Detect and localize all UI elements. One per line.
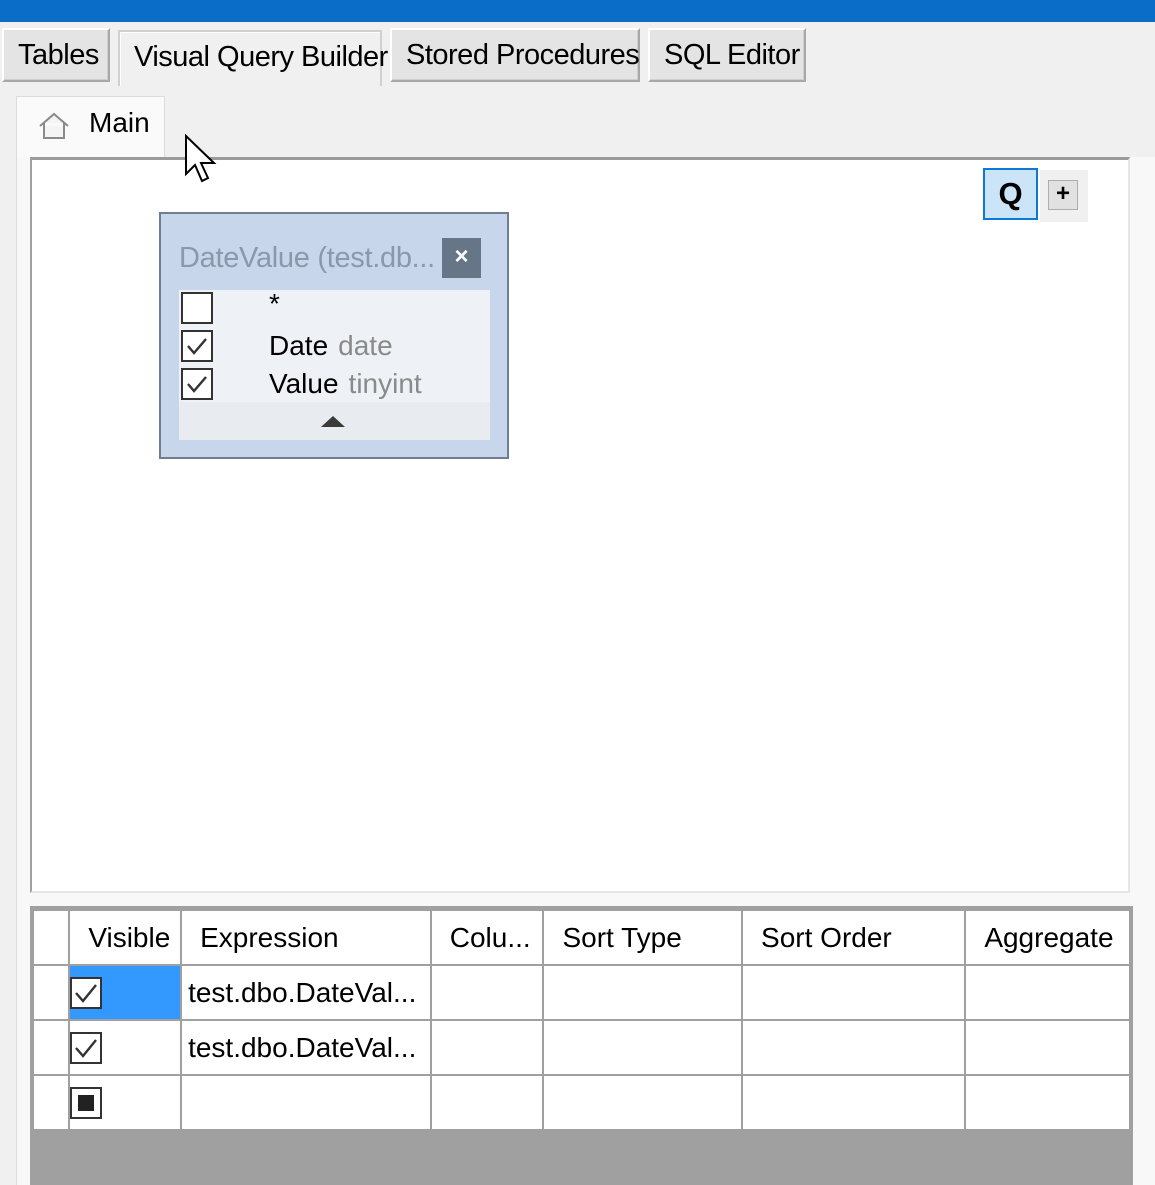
checkmark-icon [187, 376, 207, 393]
field-name: Value [269, 368, 339, 399]
visible-cell[interactable] [68, 1074, 183, 1131]
add-object-button[interactable]: + [1048, 180, 1078, 210]
tab-label: SQL Editor [664, 39, 800, 71]
checkmark-icon [75, 1039, 98, 1059]
field-row-value[interactable]: Value tinyint [179, 366, 490, 404]
query-tab-main[interactable]: Main [16, 96, 165, 158]
query-properties-button[interactable]: Q [983, 168, 1038, 220]
query-columns-grid: Visible Expression Colu... Sort Type Sor… [30, 906, 1133, 1185]
sort-type-cell[interactable] [542, 964, 744, 1021]
checkmark-icon [75, 984, 98, 1004]
row-header-corner [31, 909, 71, 966]
field-row-all[interactable]: * [179, 288, 490, 328]
field-checkbox[interactable] [181, 368, 213, 400]
sort-order-cell[interactable] [741, 1074, 967, 1131]
tab-label: Visual Query Builder [134, 41, 388, 73]
table-field-list: * Date date Value tinyint [179, 288, 490, 404]
visible-checkbox[interactable] [71, 1032, 103, 1065]
table-row[interactable]: test.dbo.DateVal... [31, 1019, 1131, 1076]
sort-type-cell[interactable] [542, 1019, 744, 1076]
field-name: * [269, 288, 280, 319]
table-box-title[interactable]: DateValue (test.db... [179, 242, 435, 275]
column-header-expression[interactable]: Expression [180, 909, 432, 966]
visible-checkbox-indeterminate[interactable] [71, 1087, 103, 1120]
collapse-up-icon [321, 416, 345, 427]
collapse-table-button[interactable] [179, 402, 490, 440]
visible-checkbox[interactable] [71, 977, 103, 1010]
sort-type-cell[interactable] [542, 1074, 744, 1131]
mouse-cursor-icon [185, 134, 217, 183]
column-header-sort-order[interactable]: Sort Order [741, 909, 967, 966]
row-header[interactable] [31, 1074, 71, 1131]
field-name: Date [269, 330, 329, 361]
close-table-button[interactable]: × [442, 238, 481, 278]
visible-cell[interactable] [68, 964, 183, 1021]
tab-label: Tables [18, 39, 99, 71]
column-header-aggregate[interactable]: Aggregate [964, 909, 1131, 966]
table-row[interactable] [31, 1074, 1131, 1131]
row-header[interactable] [31, 964, 71, 1021]
column-header-visible[interactable]: Visible [68, 909, 183, 966]
field-checkbox[interactable] [181, 330, 213, 362]
query-button-label: Q [998, 176, 1023, 211]
tab-sql-editor[interactable]: SQL Editor [648, 28, 806, 82]
tab-visual-query-builder[interactable]: Visual Query Builder [118, 30, 388, 86]
tab-tables[interactable]: Tables [2, 28, 110, 82]
tab-label: Stored Procedures [406, 39, 640, 71]
add-object-button-area: + [1040, 170, 1088, 222]
query-tab-label: Main [89, 107, 150, 138]
column-header-column[interactable]: Colu... [429, 909, 545, 966]
home-icon [37, 111, 71, 141]
aggregate-cell[interactable] [964, 1019, 1131, 1076]
sort-order-cell[interactable] [741, 964, 967, 1021]
column-cell[interactable] [429, 964, 545, 1021]
table-box-datevalue[interactable]: DateValue (test.db... × * Date date Value… [159, 212, 509, 459]
column-header-sort-type[interactable]: Sort Type [542, 909, 744, 966]
field-row-date[interactable]: Date date [179, 328, 490, 366]
expression-cell[interactable]: test.dbo.DateVal... [180, 964, 432, 1021]
grid-header-row: Visible Expression Colu... Sort Type Sor… [31, 909, 1131, 966]
column-cell[interactable] [429, 1074, 545, 1131]
expression-cell[interactable]: test.dbo.DateVal... [180, 1019, 432, 1076]
window-title-bar [0, 0, 1155, 22]
field-checkbox[interactable] [181, 292, 213, 324]
field-type: tinyint [348, 368, 422, 399]
aggregate-cell[interactable] [964, 1074, 1131, 1131]
checkmark-icon [187, 338, 207, 355]
expression-cell[interactable] [180, 1074, 432, 1131]
row-header[interactable] [31, 1019, 71, 1076]
sort-order-cell[interactable] [741, 1019, 967, 1076]
close-icon: × [454, 243, 469, 270]
visible-cell[interactable] [68, 1019, 183, 1076]
table-row[interactable]: test.dbo.DateVal... [31, 964, 1131, 1021]
plus-icon: + [1055, 180, 1070, 207]
tab-stored-procedures[interactable]: Stored Procedures [390, 28, 640, 82]
column-cell[interactable] [429, 1019, 545, 1076]
aggregate-cell[interactable] [964, 964, 1131, 1021]
field-type: date [338, 330, 393, 361]
